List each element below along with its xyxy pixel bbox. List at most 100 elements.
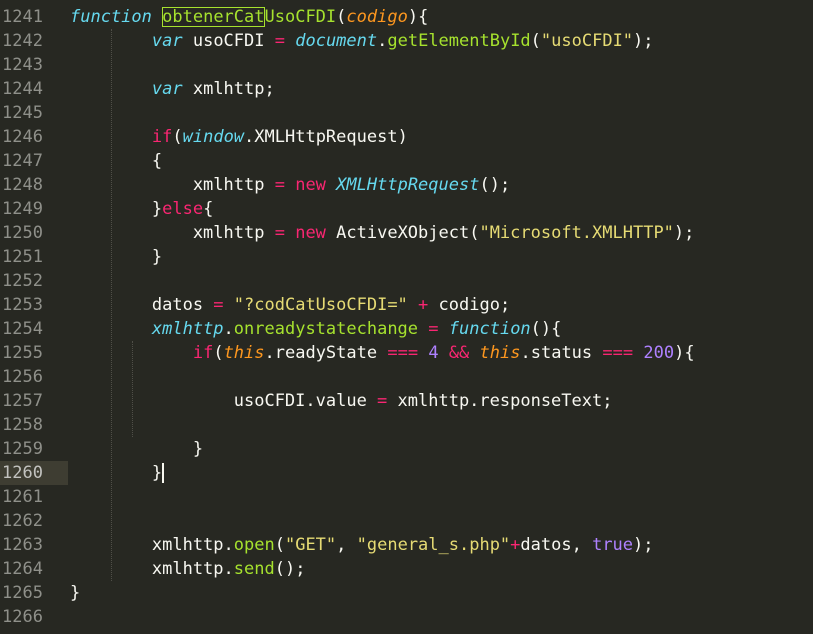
code-token: window — [182, 127, 245, 147]
line-number: 1257 — [2, 391, 43, 411]
code-line[interactable]: if(this.readyState === 4 && this.status … — [70, 341, 695, 365]
line-number: 1265 — [2, 583, 43, 603]
code-line[interactable]: } — [70, 437, 203, 461]
code-token: ( — [336, 7, 347, 27]
code-token: = — [377, 391, 388, 411]
line-number: 1247 — [2, 151, 43, 171]
code-line[interactable]: xmlhttp.onreadystatechange = function(){ — [70, 317, 562, 341]
code-line[interactable]: datos = "?codCatUsoCFDI=" + codigo; — [70, 293, 510, 317]
code-token: xmlhttp. — [70, 535, 234, 555]
code-token: = — [428, 319, 439, 339]
indent-guide — [132, 341, 134, 437]
code-token: = — [213, 295, 224, 315]
line-number: 1256 — [2, 367, 43, 387]
code-token: xmlhttp.responseText; — [387, 391, 613, 411]
code-token: === — [602, 343, 634, 363]
code-token: codigo; — [428, 295, 511, 315]
text-cursor — [162, 463, 165, 483]
code-token: obtenerCat — [162, 7, 265, 27]
code-line[interactable]: } — [70, 245, 162, 269]
code-line[interactable]: if(window.XMLHttpRequest) — [70, 125, 408, 149]
code-token: 200 — [643, 343, 675, 363]
code-token: 4 — [428, 343, 439, 363]
code-line[interactable]: xmlhttp = new ActiveXObject("Microsoft.X… — [70, 221, 695, 245]
line-number: 1254 — [2, 319, 43, 339]
line-number: 1262 — [2, 511, 43, 531]
code-token: ); — [673, 223, 695, 243]
code-token: send — [233, 559, 275, 579]
code-token: var — [151, 79, 183, 99]
code-line[interactable]: xmlhttp.open("GET", "general_s.php"+dato… — [70, 533, 654, 557]
code-token: "GET" — [284, 535, 337, 555]
code-token: var — [151, 31, 183, 51]
code-line[interactable]: var usoCFDI = document.getElementById("u… — [70, 29, 654, 53]
code-token: (); — [479, 175, 511, 195]
code-token: = — [274, 175, 285, 195]
code-token: .status — [520, 343, 603, 363]
code-token: ( — [213, 343, 224, 363]
code-line[interactable]: var xmlhttp; — [70, 77, 275, 101]
code-line[interactable]: xmlhttp.send(); — [70, 557, 306, 581]
code-token: datos, — [520, 535, 593, 555]
line-number: 1242 — [2, 31, 43, 51]
code-line[interactable]: function obtenerCatUsoCFDI(codigo){ — [70, 5, 428, 29]
code-token: , — [336, 535, 357, 555]
code-token: } — [70, 247, 163, 267]
code-token: if — [192, 343, 214, 363]
code-token: } — [70, 583, 81, 603]
line-number: 1251 — [2, 247, 43, 267]
code-token: "general_s.php" — [356, 535, 511, 555]
code-line[interactable]: xmlhttp = new XMLHttpRequest(); — [70, 173, 510, 197]
line-number: 1244 — [2, 79, 43, 99]
code-token: { — [70, 151, 163, 171]
code-line[interactable]: } — [70, 461, 165, 485]
code-line[interactable]: } — [70, 581, 80, 605]
code-line[interactable]: usoCFDI.value = xmlhttp.responseText; — [70, 389, 613, 413]
code-line[interactable]: }else{ — [70, 197, 213, 221]
code-token: { — [203, 199, 214, 219]
code-token: ){ — [674, 343, 695, 363]
code-token: ActiveXObject( — [325, 223, 480, 243]
line-number: 1255 — [2, 343, 43, 363]
code-token: ){ — [407, 7, 429, 27]
code-token: } — [70, 199, 163, 219]
line-number: 1250 — [2, 223, 43, 243]
code-token: this — [223, 343, 265, 363]
code-line[interactable]: { — [70, 149, 162, 173]
code-editor[interactable]: 1241 1242 1243 1244 1245 1246 1247 1248 1249 1250… — [0, 0, 813, 634]
code-token: xmlhttp. — [70, 559, 234, 579]
code-token: .readyState — [264, 343, 388, 363]
code-token: } — [70, 439, 204, 459]
code-token: "?codCatUsoCFDI=" — [233, 295, 408, 315]
code-token: usoCFDI.value — [70, 391, 378, 411]
line-number-gutter: 1241 1242 1243 1244 1245 1246 1247 1248 1249 1250… — [0, 0, 68, 634]
line-number: 1249 — [2, 199, 43, 219]
code-token: + — [418, 295, 429, 315]
code-token: new — [295, 223, 326, 243]
code-token: codigo — [346, 7, 408, 27]
code-token: && — [448, 343, 470, 363]
code-token: ); — [633, 535, 654, 555]
code-token: UsoCFDI — [264, 7, 337, 27]
line-number: 1266 — [2, 607, 43, 627]
code-token: "Microsoft.XMLHTTP" — [479, 223, 674, 243]
code-token: ); — [633, 31, 654, 51]
line-number: 1264 — [2, 559, 43, 579]
code-token: getElementById — [387, 31, 531, 51]
code-token: xmlhttp; — [182, 79, 275, 99]
code-token: "usoCFDI" — [540, 31, 634, 51]
code-token: usoCFDI — [182, 31, 275, 51]
code-token: (){ — [530, 319, 562, 339]
line-number: 1253 — [2, 295, 43, 315]
code-token: . — [377, 31, 388, 51]
line-number: 1252 — [2, 271, 43, 291]
line-number: 1241 — [2, 7, 43, 27]
code-token: = — [274, 223, 285, 243]
